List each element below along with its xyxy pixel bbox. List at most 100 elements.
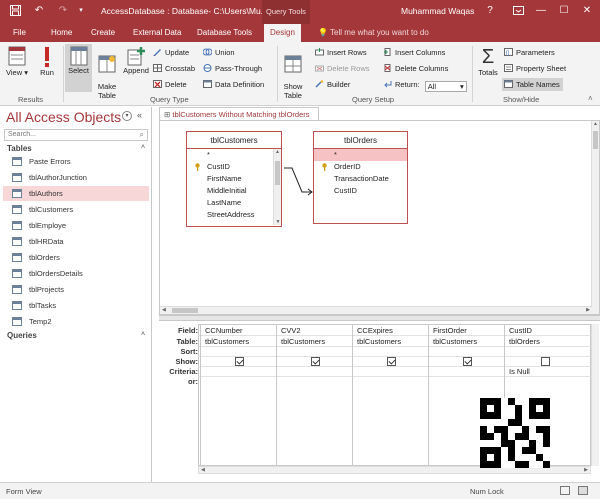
table-cell[interactable]: tblOrders — [509, 337, 540, 346]
table-cell[interactable]: tblCustomers — [281, 337, 325, 346]
nav-table-item[interactable]: Temp2 — [3, 314, 149, 329]
table-box-customers[interactable]: tblCustomers * CustID FirstName MiddleIn… — [186, 131, 282, 227]
show-checkbox[interactable] — [311, 357, 320, 366]
nav-search-input[interactable]: Search... ⌕ — [4, 129, 148, 141]
union-button[interactable]: Union — [203, 48, 235, 57]
delete-columns-button[interactable]: Delete Columns — [383, 64, 448, 73]
table-box-title[interactable]: tblCustomers — [187, 132, 281, 149]
field-item[interactable]: FirstName — [187, 173, 281, 185]
field-cell[interactable]: CustID — [509, 326, 532, 335]
nav-menu-chevron-icon[interactable]: ▾ — [122, 111, 132, 121]
scroll-up-icon[interactable]: ▲ — [592, 121, 599, 127]
design-pane-scrollbar[interactable]: ▲ — [591, 121, 599, 314]
save-icon[interactable] — [8, 4, 22, 18]
datasheet-view-icon[interactable] — [560, 486, 570, 495]
data-definition-button[interactable]: Data Definition — [203, 80, 264, 89]
view-button[interactable]: View ▾ — [6, 46, 28, 77]
tab-database-tools[interactable]: Database Tools — [197, 28, 252, 37]
scroll-right-icon[interactable]: ▶ — [584, 467, 588, 473]
nav-table-item[interactable]: tblAuthorJunction — [3, 170, 149, 185]
property-sheet-button[interactable]: Property Sheet — [504, 64, 566, 73]
field-custid[interactable]: CustID — [187, 161, 281, 173]
pass-through-button[interactable]: Pass-Through — [203, 64, 262, 73]
field-item[interactable]: CustID — [314, 185, 407, 197]
table-cell[interactable]: tblCustomers — [357, 337, 401, 346]
insert-columns-button[interactable]: Insert Columns — [383, 48, 445, 57]
scroll-thumb[interactable] — [593, 131, 598, 149]
restore-button[interactable]: ☐ — [553, 3, 575, 19]
field-all[interactable]: * — [187, 149, 281, 161]
nav-table-item[interactable]: Paste Errors — [3, 154, 149, 169]
scroll-left-icon[interactable]: ◀ — [201, 467, 205, 473]
nav-table-item[interactable]: tblOrders — [3, 250, 149, 265]
tab-create[interactable]: Create — [91, 28, 115, 37]
table-box-orders[interactable]: tblOrders * OrderID TransactionDate Cust… — [313, 131, 408, 224]
scroll-thumb[interactable] — [275, 161, 280, 185]
delete-rows-button[interactable]: Delete Rows — [315, 64, 370, 73]
redo-icon[interactable]: ↷ — [56, 4, 70, 18]
design-view-icon[interactable] — [578, 486, 588, 495]
tab-design[interactable]: Design — [264, 24, 301, 42]
tab-home[interactable]: Home — [51, 28, 72, 37]
nav-table-item[interactable]: tblTasks — [3, 298, 149, 313]
close-button[interactable]: ✕ — [576, 3, 598, 19]
customize-qat-icon[interactable]: ▾ — [74, 4, 88, 18]
nav-table-item[interactable]: tblCustomers — [3, 202, 149, 217]
undo-icon[interactable]: ↶ — [32, 4, 46, 18]
field-cell[interactable]: CCNumber — [205, 326, 243, 335]
field-cell[interactable]: CVV2 — [281, 326, 301, 335]
field-item[interactable]: StreetAddress — [187, 209, 281, 221]
crosstab-button[interactable]: Crosstab — [153, 64, 195, 73]
table-box-title[interactable]: tblOrders — [314, 132, 407, 149]
ribbon-display-options-icon[interactable] — [507, 3, 529, 19]
grid-vscrollbar[interactable] — [591, 324, 599, 466]
nav-table-item[interactable]: tblOrdersDetails — [3, 266, 149, 281]
show-table-button[interactable]: Show Table — [281, 46, 305, 100]
shutter-bar-close-icon[interactable]: « — [137, 110, 142, 120]
scroll-left-icon[interactable]: ◀ — [162, 307, 166, 313]
nav-table-item[interactable]: tblEmploye — [3, 218, 149, 233]
show-checkbox[interactable] — [235, 357, 244, 366]
totals-button[interactable]: Σ Totals — [476, 46, 500, 77]
design-pane-hscrollbar[interactable]: ◀ ▶ — [160, 306, 592, 314]
table-names-button[interactable]: Table Names — [502, 78, 563, 91]
parameters-button[interactable]: [] Parameters — [504, 48, 555, 57]
scroll-thumb[interactable] — [172, 308, 198, 313]
nav-table-item[interactable]: tblProjects — [3, 282, 149, 297]
user-name[interactable]: Muhammad Waqas — [401, 6, 474, 16]
table-cell[interactable]: tblCustomers — [433, 337, 477, 346]
nav-title[interactable]: All Access Objects — [6, 109, 121, 125]
table-cell[interactable]: tblCustomers — [205, 337, 249, 346]
table-box-scrollbar[interactable]: ▲ ▼ — [273, 149, 281, 225]
collapse-ribbon-icon[interactable]: ˄ — [588, 94, 593, 103]
help-button[interactable]: ? — [479, 3, 501, 19]
tab-external-data[interactable]: External Data — [133, 28, 181, 37]
field-item[interactable]: LastName — [187, 197, 281, 209]
delete-query-button[interactable]: Delete — [153, 80, 187, 89]
query-document-tab[interactable]: ⊞ tblCustomers Without Matching tblOrder… — [159, 107, 319, 120]
scroll-up-icon[interactable]: ▲ — [274, 149, 281, 155]
tab-file[interactable]: File — [13, 28, 26, 37]
make-table-button[interactable]: Make Table — [94, 46, 120, 100]
criteria-cell[interactable]: Is Null — [509, 367, 530, 376]
join-line[interactable] — [282, 163, 314, 197]
update-button[interactable]: Update — [153, 48, 189, 57]
return-dropdown[interactable]: All ▾ — [424, 81, 467, 92]
field-cell[interactable]: CCExpires — [357, 326, 393, 335]
builder-button[interactable]: Builder — [315, 80, 350, 89]
field-cell[interactable]: FirstOrder — [433, 326, 467, 335]
run-button[interactable]: Run — [36, 46, 58, 77]
nav-table-item[interactable]: tblHRData — [3, 234, 149, 249]
show-checkbox[interactable] — [387, 357, 396, 366]
field-all[interactable]: * — [314, 149, 407, 161]
nav-table-item[interactable]: tblAuthors — [3, 186, 149, 201]
select-query-button[interactable]: Select — [65, 44, 92, 92]
scroll-right-icon[interactable]: ▶ — [586, 307, 590, 313]
field-orderid[interactable]: OrderID — [314, 161, 407, 173]
show-checkbox[interactable] — [463, 357, 472, 366]
insert-rows-button[interactable]: Insert Rows — [315, 48, 367, 57]
tables-section-header[interactable]: Tables ˄ — [7, 144, 145, 153]
queries-section-header[interactable]: Queries ˄ — [7, 331, 145, 340]
tell-me-box[interactable]: 💡 Tell me what you want to do — [318, 28, 429, 37]
show-checkbox[interactable] — [541, 357, 550, 366]
